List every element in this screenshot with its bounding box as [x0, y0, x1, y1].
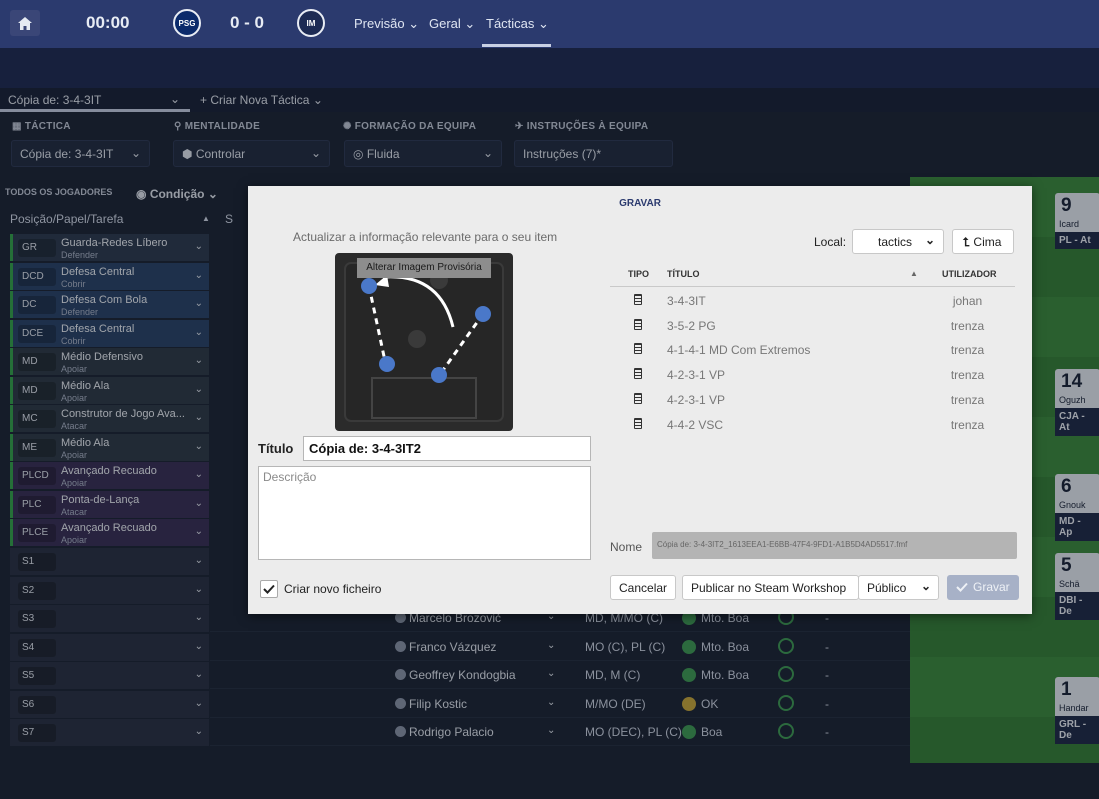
- file-row[interactable]: 4-2-3-1 VP trenza: [610, 387, 1015, 412]
- column-titulo[interactable]: TÍTULO: [667, 269, 700, 279]
- home-button[interactable]: [10, 10, 40, 36]
- active-tab-indicator: [482, 44, 551, 47]
- nav-geral[interactable]: Geral ⌄: [429, 16, 475, 32]
- create-new-file-label: Criar novo ficheiro: [284, 582, 382, 596]
- column-tipo[interactable]: TIPO: [628, 269, 649, 279]
- file-title: 3-5-2 PG: [667, 318, 716, 333]
- file-icon: [634, 417, 642, 429]
- folder-up-button[interactable]: ⮤ Cima: [952, 229, 1014, 254]
- publish-steam-workshop-button[interactable]: Publicar no Steam Workshop: [682, 575, 859, 600]
- tactic-preview-image: Alterar Imagem Provisória: [335, 253, 513, 431]
- preview-pitch-drawing: [344, 262, 504, 422]
- title-label: Título: [258, 441, 294, 456]
- up-arrow-icon: ⮤: [963, 235, 974, 249]
- sort-icon: ▲: [910, 269, 918, 278]
- file-icon: [634, 392, 642, 404]
- home-icon: [18, 16, 32, 30]
- file-user: trenza: [950, 368, 985, 383]
- file-row[interactable]: 3-4-3IT johan: [610, 288, 1015, 313]
- file-row[interactable]: 4-2-3-1 VP trenza: [610, 362, 1015, 387]
- description-input[interactable]: [258, 466, 591, 560]
- chevron-down-icon: ⌄: [920, 579, 931, 593]
- file-row[interactable]: 4-4-2 VSC trenza: [610, 412, 1015, 437]
- file-icon: [634, 294, 642, 305]
- file-user: trenza: [950, 343, 985, 358]
- name-label: Nome: [610, 540, 643, 554]
- visibility-dropdown[interactable]: Público ⌄: [858, 575, 939, 600]
- dialog-title: GRAVAR: [619, 198, 661, 209]
- file-user: johan: [952, 294, 983, 308]
- file-name-field: Cópia de: 3-4-3IT2_1613EEA1-E6BB-47F4-9F…: [652, 532, 1017, 559]
- nav-tacticas[interactable]: Tácticas ⌄: [486, 16, 549, 32]
- save-button[interactable]: Gravar: [947, 575, 1019, 600]
- chevron-down-icon: ⌄: [924, 233, 935, 247]
- file-title: 4-2-3-1 VP: [667, 392, 726, 407]
- chevron-down-icon: ⌄: [538, 16, 549, 31]
- chevron-down-icon: ⌄: [408, 16, 420, 31]
- file-title: 4-2-3-1 VP: [667, 368, 726, 383]
- away-team-crest: IM: [297, 9, 325, 37]
- file-icon: [634, 343, 642, 355]
- file-row[interactable]: 3-5-2 PG trenza: [610, 313, 1015, 338]
- file-icon: [634, 318, 642, 330]
- file-user: trenza: [950, 417, 985, 432]
- checkmark-icon: [956, 582, 968, 592]
- nav-previsao[interactable]: Previsão ⌄: [354, 16, 419, 32]
- checkmark-icon: [263, 584, 275, 594]
- save-dialog: GRAVAR Actualizar a informação relevante…: [248, 186, 1032, 614]
- cancel-button[interactable]: Cancelar: [610, 575, 676, 600]
- create-new-file-checkbox[interactable]: [260, 580, 278, 598]
- match-score: 0 - 0: [230, 13, 265, 32]
- file-title: 4-1-4-1 MD Com Extremos: [667, 343, 811, 358]
- file-icon: [634, 368, 642, 380]
- local-dropdown[interactable]: tactics ⌄: [852, 229, 944, 254]
- chevron-down-icon: ⌄: [464, 16, 476, 31]
- file-title: 4-4-2 VSC: [667, 417, 724, 432]
- file-row[interactable]: 4-1-4-1 MD Com Extremos trenza: [610, 337, 1015, 362]
- file-title: 3-4-3IT: [667, 294, 706, 308]
- match-clock: 00:00: [86, 13, 130, 32]
- title-input[interactable]: [303, 436, 591, 461]
- table-divider: [610, 286, 1015, 287]
- home-team-crest: PSG: [173, 9, 201, 37]
- top-bar: [0, 0, 1099, 48]
- file-user: trenza: [950, 318, 985, 333]
- column-utilizador[interactable]: UTILIZADOR: [942, 269, 997, 279]
- local-label: Local:: [814, 235, 847, 249]
- dialog-subtitle: Actualizar a informação relevante para o…: [293, 230, 558, 244]
- file-user: trenza: [950, 392, 985, 407]
- change-image-button[interactable]: Alterar Imagem Provisória: [357, 258, 491, 278]
